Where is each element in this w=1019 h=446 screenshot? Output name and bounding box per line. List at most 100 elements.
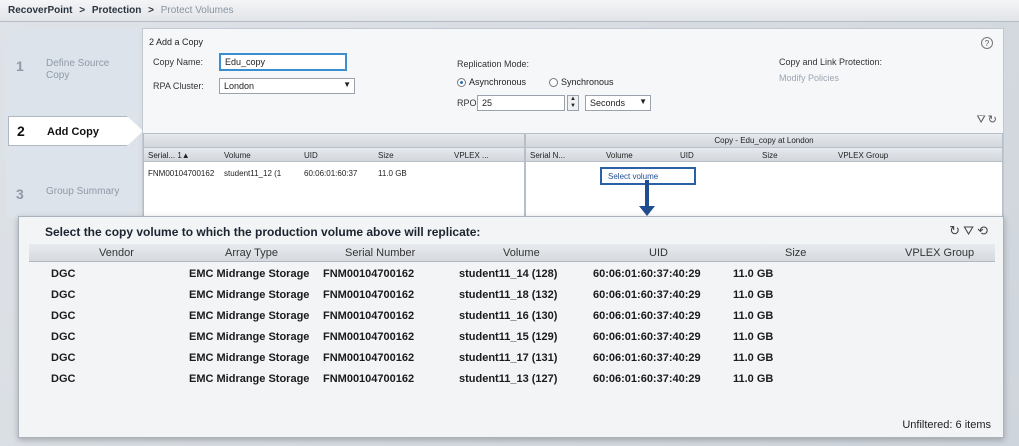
copy-table-caption-bar: Copy - Edu_copy at London bbox=[526, 134, 1002, 148]
col-uid[interactable]: UID bbox=[680, 151, 694, 160]
table-row[interactable]: DGC EMC Midrange Storage FNM00104700162 … bbox=[29, 328, 995, 348]
rpa-cluster-value: London bbox=[224, 81, 255, 91]
col-volume[interactable]: Volume bbox=[503, 247, 540, 259]
cell-volume: student11_12 (1 bbox=[224, 169, 282, 178]
cell-volume: student11_18 (132) bbox=[459, 289, 558, 301]
col-array-type[interactable]: Array Type bbox=[225, 247, 278, 259]
refresh-icon[interactable]: ↻ bbox=[949, 223, 963, 238]
rpo-input[interactable]: 25 bbox=[477, 95, 565, 111]
radio-empty-icon bbox=[549, 77, 558, 87]
col-serial[interactable]: Serial N... bbox=[530, 151, 565, 160]
chevron-down-icon: ▼ bbox=[343, 80, 351, 89]
step-number: 2 bbox=[17, 123, 25, 139]
copy-table-caption: Copy - Edu_copy at London bbox=[714, 136, 814, 145]
col-volume[interactable]: Volume bbox=[606, 151, 633, 160]
cell-volume: student11_14 (128) bbox=[459, 268, 558, 280]
cell-serial: FNM00104700162 bbox=[323, 373, 415, 385]
mode-synchronous-radio[interactable]: Synchronous bbox=[549, 77, 614, 87]
rpo-label: RPO: bbox=[457, 98, 480, 108]
copy-table-header: Serial N... Volume UID Size VPLEX Group bbox=[526, 148, 1002, 162]
mode-async-label: Asynchronous bbox=[469, 77, 527, 87]
col-vplex-group[interactable]: VPLEX Group bbox=[838, 151, 888, 160]
step-label: Group Summary bbox=[46, 186, 120, 197]
dialog-tools: ↻⛛⟲ bbox=[949, 223, 991, 239]
table-row[interactable]: DGC EMC Midrange Storage FNM00104700162 … bbox=[29, 370, 995, 390]
refresh-icon[interactable]: ↻ bbox=[988, 114, 999, 126]
cell-uid: 60:06:01:60:37:40:29 bbox=[593, 352, 701, 364]
breadcrumb-current: Protect Volumes bbox=[160, 5, 234, 16]
rpa-cluster-select[interactable]: London ▼ bbox=[219, 78, 355, 94]
cell-array-type: EMC Midrange Storage bbox=[189, 373, 310, 385]
back-icon[interactable]: ⟲ bbox=[977, 223, 991, 238]
cell-vendor: DGC bbox=[51, 373, 76, 385]
cell-array-type: EMC Midrange Storage bbox=[189, 352, 310, 364]
wizard-steps: 1 Define Source Copy 2 Add Copy 3 Group … bbox=[6, 28, 143, 218]
col-vendor[interactable]: Vendor bbox=[99, 247, 134, 259]
filter-icon[interactable]: ⛛ bbox=[977, 114, 988, 126]
col-volume[interactable]: Volume bbox=[224, 151, 251, 160]
breadcrumb: RecoverPoint > Protection > Protect Volu… bbox=[0, 0, 1019, 22]
table-row[interactable]: DGC EMC Midrange Storage FNM00104700162 … bbox=[29, 307, 995, 327]
wizard-step-define-source[interactable]: 1 Define Source Copy bbox=[6, 58, 138, 98]
cell-serial: FNM00104700162 bbox=[323, 289, 415, 301]
cell-serial: FNM00104700162 bbox=[323, 268, 415, 280]
source-volume-table: Serial... 1▲ Volume UID Size VPLEX ... F… bbox=[143, 133, 525, 219]
table-row[interactable]: FNM00104700162 student11_12 (1 60:06:01:… bbox=[144, 166, 524, 186]
col-uid[interactable]: UID bbox=[649, 247, 668, 259]
table-row[interactable]: DGC EMC Midrange Storage FNM00104700162 … bbox=[29, 286, 995, 306]
rpo-unit-select[interactable]: Seconds ▼ bbox=[585, 95, 651, 111]
cell-vendor: DGC bbox=[51, 331, 76, 343]
cell-serial: FNM00104700162 bbox=[323, 352, 415, 364]
rpo-unit-value: Seconds bbox=[590, 98, 626, 108]
table-row[interactable]: DGC EMC Midrange Storage FNM00104700162 … bbox=[29, 265, 995, 285]
cell-array-type: EMC Midrange Storage bbox=[189, 268, 310, 280]
col-serial[interactable]: Serial... 1▲ bbox=[148, 151, 190, 160]
cell-size: 11.0 GB bbox=[733, 373, 774, 385]
col-size[interactable]: Size bbox=[785, 247, 806, 259]
copy-name-input[interactable]: Edu_copy bbox=[219, 53, 347, 71]
wizard-step-group-summary[interactable]: 3 Group Summary bbox=[6, 186, 138, 216]
copy-volume-table: Copy - Edu_copy at London Serial N... Vo… bbox=[525, 133, 1003, 219]
filter-icon[interactable]: ⛛ bbox=[963, 223, 977, 238]
wizard-step-add-copy[interactable]: 2 Add Copy bbox=[8, 116, 143, 146]
dialog-title: Select the copy volume to which the prod… bbox=[45, 225, 481, 239]
col-size[interactable]: Size bbox=[378, 151, 394, 160]
step-number: 1 bbox=[16, 58, 24, 74]
col-serial-number[interactable]: Serial Number bbox=[345, 247, 415, 259]
col-uid[interactable]: UID bbox=[304, 151, 318, 160]
cell-volume: student11_15 (129) bbox=[459, 331, 558, 343]
modify-policies-link[interactable]: Modify Policies bbox=[779, 73, 839, 83]
col-vplex[interactable]: VPLEX ... bbox=[454, 151, 489, 160]
item-count-status: Unfiltered: 6 items bbox=[902, 419, 991, 431]
copy-link-protection-label: Copy and Link Protection: bbox=[779, 57, 883, 67]
cell-size: 11.0 GB bbox=[733, 310, 774, 322]
col-vplex-group[interactable]: VPLEX Group bbox=[905, 247, 974, 259]
rpo-spinner[interactable]: ▲ ▼ bbox=[567, 95, 579, 111]
cell-array-type: EMC Midrange Storage bbox=[189, 331, 310, 343]
help-icon[interactable]: ? bbox=[981, 37, 993, 49]
copy-name-label: Copy Name: bbox=[153, 57, 204, 67]
source-table-header: Serial... 1▲ Volume UID Size VPLEX ... bbox=[144, 148, 524, 162]
breadcrumb-separator: > bbox=[148, 5, 154, 16]
cell-vendor: DGC bbox=[51, 310, 76, 322]
cell-size: 11.0 GB bbox=[733, 268, 774, 280]
cell-uid: 60:06:01:60:37:40:29 bbox=[593, 289, 701, 301]
cell-size: 11.0 GB bbox=[378, 169, 407, 178]
col-size[interactable]: Size bbox=[762, 151, 778, 160]
cell-serial: FNM00104700162 bbox=[323, 310, 415, 322]
source-table-caption-bar bbox=[144, 134, 524, 148]
breadcrumb-protection[interactable]: Protection bbox=[92, 5, 141, 16]
add-copy-panel: 2 Add a Copy Copy Name: Edu_copy RPA Clu… bbox=[142, 28, 1004, 219]
cell-size: 11.0 GB bbox=[733, 352, 774, 364]
mode-asynchronous-radio[interactable]: Asynchronous bbox=[457, 77, 526, 87]
cell-vendor: DGC bbox=[51, 268, 76, 280]
step-label: Add Copy bbox=[47, 126, 99, 138]
mode-sync-label: Synchronous bbox=[561, 77, 614, 87]
table-row[interactable]: DGC EMC Midrange Storage FNM00104700162 … bbox=[29, 349, 995, 369]
dialog-table-header: Vendor Array Type Serial Number Volume U… bbox=[29, 244, 995, 262]
rpa-cluster-label: RPA Cluster: bbox=[153, 81, 204, 91]
cell-array-type: EMC Midrange Storage bbox=[189, 289, 310, 301]
breadcrumb-recoverpoint[interactable]: RecoverPoint bbox=[8, 5, 72, 16]
breadcrumb-separator: > bbox=[79, 5, 86, 16]
cell-serial: FNM00104700162 bbox=[323, 331, 415, 343]
